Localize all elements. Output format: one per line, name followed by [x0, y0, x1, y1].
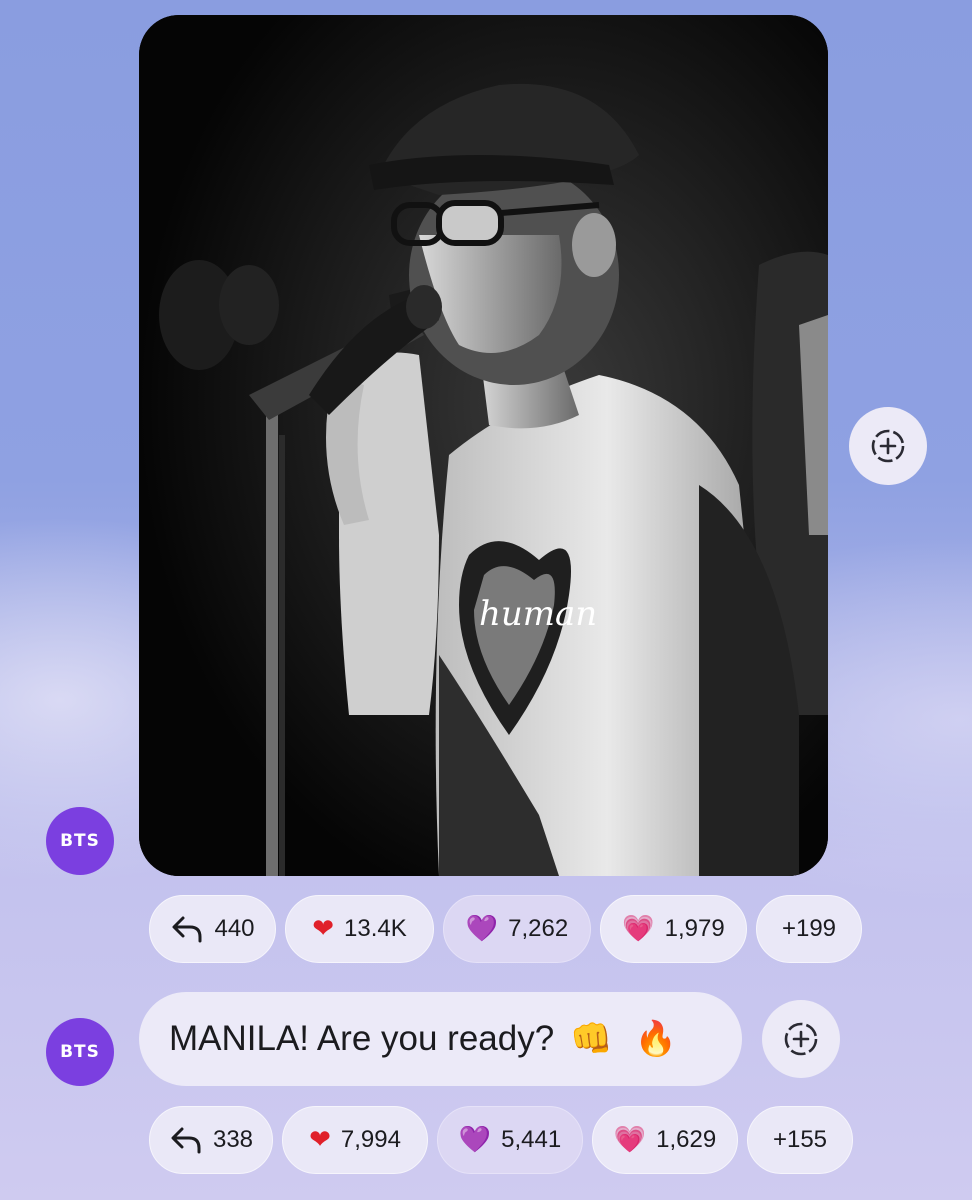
pink-heart-icon: 💗 [622, 914, 655, 944]
concert-photo: human [139, 15, 828, 876]
message-text: MANILA! Are you ready? [169, 1019, 555, 1058]
reply-reaction[interactable]: 338 [149, 1106, 273, 1174]
purple-heart-reaction[interactable]: 💜 5,441 [437, 1106, 583, 1174]
reply-icon [171, 1127, 201, 1154]
avatar[interactable]: BTS [46, 1018, 114, 1086]
red-heart-icon: ❤ [312, 914, 335, 944]
more-reactions-button[interactable]: +199 [756, 895, 862, 963]
purple-heart-icon: 💜 [458, 1125, 492, 1155]
reaction-count: 440 [214, 915, 255, 942]
reaction-count: 13.4K [344, 915, 407, 942]
avatar-label: BTS [60, 831, 100, 851]
reaction-bar: 440 ❤ 13.4K 💜 7,262 💗 1,979 +199 [149, 895, 862, 963]
svg-text:human: human [479, 594, 597, 634]
message-bubble[interactable]: MANILA! Are you ready? 👊 🔥 [139, 992, 742, 1086]
reaction-count: 7,262 [508, 915, 569, 942]
red-heart-icon: ❤ [309, 1125, 331, 1155]
pink-heart-reaction[interactable]: 💗 1,629 [592, 1106, 738, 1174]
pink-heart-reaction[interactable]: 💗 1,979 [600, 895, 747, 963]
fire-icon: 🔥 [634, 1019, 677, 1059]
more-reactions-button[interactable]: +155 [747, 1106, 853, 1174]
add-reaction-button[interactable] [762, 1000, 840, 1078]
avatar[interactable]: BTS [46, 807, 114, 875]
chat-feed: human BTS 440 ❤ 13.4K 💜 7,262 💗 1,979 +1… [0, 0, 972, 1200]
purple-heart-reaction[interactable]: 💜 7,262 [443, 895, 591, 963]
reaction-count: 1,629 [656, 1126, 717, 1153]
red-heart-reaction[interactable]: ❤ 13.4K [285, 895, 434, 963]
add-reaction-button[interactable] [849, 407, 927, 485]
reaction-count: 338 [212, 1126, 254, 1153]
red-heart-reaction[interactable]: ❤ 7,994 [282, 1106, 428, 1174]
reply-reaction[interactable]: 440 [149, 895, 276, 963]
pink-heart-icon: 💗 [613, 1125, 647, 1155]
add-reaction-icon [784, 1022, 818, 1056]
reaction-count: 7,994 [340, 1126, 401, 1153]
fist-icon: 👊 [570, 1019, 613, 1059]
add-reaction-icon [871, 429, 905, 463]
reaction-count: 1,979 [664, 915, 725, 942]
reaction-count: 5,441 [501, 1126, 562, 1153]
more-reactions-count: +199 [781, 915, 837, 942]
purple-heart-icon: 💜 [465, 914, 499, 944]
post-photo[interactable]: human [139, 15, 828, 876]
reply-icon [172, 916, 202, 943]
more-reactions-count: +155 [772, 1126, 828, 1153]
avatar-label: BTS [60, 1042, 100, 1062]
reaction-bar: 338 ❤ 7,994 💜 5,441 💗 1,629 +155 [149, 1106, 853, 1174]
